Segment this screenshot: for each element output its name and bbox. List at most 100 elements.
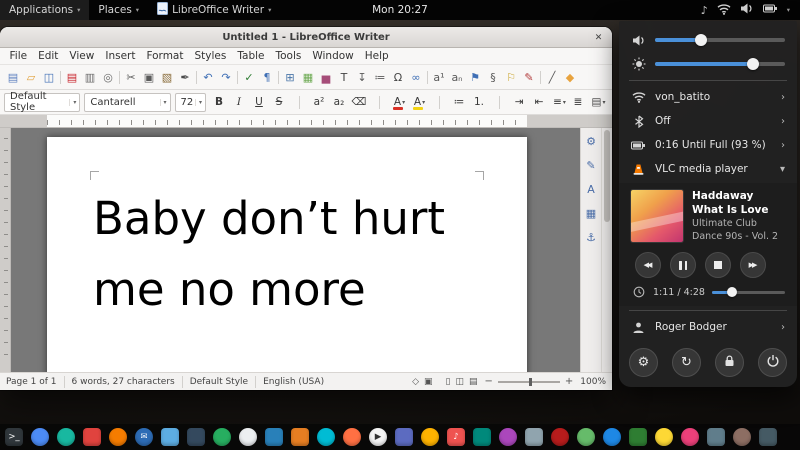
dock-app-icon[interactable] [57, 428, 75, 446]
dock-app-icon[interactable] [603, 428, 621, 446]
export-pdf-icon[interactable]: ▤ [63, 67, 81, 87]
dock-app-icon[interactable] [733, 428, 751, 446]
properties-icon[interactable]: ✎ [583, 157, 600, 173]
menu-item[interactable]: Styles [189, 50, 232, 62]
line-spacing-icon[interactable]: ≡ ▾ [550, 92, 569, 112]
insert-field-icon[interactable]: ≔ [371, 67, 389, 87]
menu-item[interactable]: Edit [33, 50, 64, 62]
document-text[interactable]: Baby don’t hurt me no more [93, 183, 527, 325]
font-size-select[interactable]: 72 ▾ [175, 93, 206, 112]
brightness-slider[interactable] [655, 62, 785, 66]
increase-indent-icon[interactable]: ⇥ [510, 92, 529, 112]
navigator-icon[interactable]: ⚓ [583, 229, 600, 245]
page-style-options-icon[interactable]: ▤ ▾ [589, 92, 608, 112]
page-break-icon[interactable]: ↧ [353, 67, 371, 87]
open-file-icon[interactable]: ▱ [22, 67, 40, 87]
multi-page-view-icon[interactable]: ◫ [455, 377, 464, 387]
dock-app-icon[interactable] [31, 428, 49, 446]
word-count[interactable]: 6 words, 27 characters [72, 377, 175, 387]
zoom-out-button[interactable]: − [484, 376, 492, 387]
bullet-list-icon[interactable]: ≔ [450, 92, 469, 112]
dock-app-icon[interactable] [525, 428, 543, 446]
menu-item[interactable]: Insert [100, 50, 141, 62]
dock-firefox-icon[interactable] [109, 428, 127, 446]
document-text-line[interactable]: me no more [93, 254, 527, 325]
insert-comment-icon[interactable]: ⚐ [502, 67, 520, 87]
numbered-list-icon[interactable]: 1. [470, 92, 489, 112]
insert-image-icon[interactable]: ▦ [299, 67, 317, 87]
wifi-menu-item[interactable]: von_batito › [619, 85, 797, 109]
underline-icon[interactable]: U [250, 92, 269, 112]
user-menu-item[interactable]: Roger Bodger › [619, 315, 797, 339]
vlc-menu-item[interactable]: VLC media player ▾ [619, 157, 797, 181]
bluetooth-menu-item[interactable]: Off › [619, 109, 797, 133]
horizontal-ruler[interactable] [0, 115, 612, 128]
superscript-icon[interactable]: a² [310, 92, 329, 112]
lock-button[interactable] [715, 348, 744, 377]
print-preview-icon[interactable]: ◎ [99, 67, 117, 87]
bold-icon[interactable]: B [210, 92, 229, 112]
settings-button[interactable]: ⚙ [629, 348, 658, 377]
selection-mode-icon[interactable]: ◇ [412, 377, 419, 387]
dock-media-player-icon[interactable]: ▶ [369, 428, 387, 446]
system-status-area[interactable]: ♪ ▾ [701, 0, 800, 20]
toolbar-separator[interactable] [430, 92, 449, 112]
document-canvas[interactable]: Baby don’t hurt me no more [11, 128, 580, 372]
menu-item[interactable]: Help [359, 50, 394, 62]
cross-reference-icon[interactable]: § [484, 67, 502, 87]
menu-item[interactable]: View [64, 50, 100, 62]
page-indicator[interactable]: Page 1 of 1 [6, 377, 57, 387]
zoom-level[interactable]: 100% [580, 377, 606, 387]
dock-app-icon[interactable] [499, 428, 517, 446]
seek-handle[interactable] [727, 287, 737, 297]
active-app-menu[interactable]: LibreOffice Writer ▾ [148, 0, 280, 20]
dock-app-icon[interactable] [707, 428, 725, 446]
dock-app-icon[interactable] [395, 428, 413, 446]
zoom-slider-handle[interactable] [529, 378, 532, 386]
cut-icon[interactable]: ✂ [122, 67, 140, 87]
track-changes-icon[interactable]: ✎ [520, 67, 538, 87]
highlight-color-icon[interactable]: A ▾ [410, 92, 429, 112]
align-options-icon[interactable]: ≣ [569, 92, 588, 112]
undo-icon[interactable]: ↶ [199, 67, 217, 87]
dock-app-icon[interactable] [265, 428, 283, 446]
font-color-icon[interactable]: A ▾ [390, 92, 409, 112]
dock-mail-icon[interactable]: ✉ [135, 428, 153, 446]
zoom-in-button[interactable]: + [565, 376, 573, 387]
document-page[interactable]: Baby don’t hurt me no more [47, 137, 527, 372]
dock-app-icon[interactable] [629, 428, 647, 446]
font-name-select[interactable]: Cantarell ▾ [84, 93, 170, 112]
dock-app-icon[interactable] [239, 428, 257, 446]
toolbar-separator[interactable] [370, 92, 389, 112]
brightness-slider-handle[interactable] [747, 58, 759, 70]
redo-icon[interactable]: ↷ [217, 67, 235, 87]
italic-icon[interactable]: I [230, 92, 249, 112]
save-icon[interactable]: ◫ [40, 67, 58, 87]
dock-app-icon[interactable] [213, 428, 231, 446]
gallery-icon[interactable]: ▦ [583, 205, 600, 221]
menu-item[interactable]: File [4, 50, 33, 62]
clone-formatting-icon[interactable]: ✒ [176, 67, 194, 87]
formatting-marks-icon[interactable]: ¶ [258, 67, 276, 87]
insert-footnote-icon[interactable]: a¹ [430, 67, 448, 87]
insert-textbox-icon[interactable]: T [335, 67, 353, 87]
menu-item[interactable]: Window [307, 50, 359, 62]
seek-slider[interactable] [712, 291, 785, 294]
dock-app-icon[interactable] [759, 428, 777, 446]
dock-app-icon[interactable] [343, 428, 361, 446]
paste-icon[interactable]: ▧ [158, 67, 176, 87]
bookmark-icon[interactable]: ⚑ [466, 67, 484, 87]
dock-app-icon[interactable] [681, 428, 699, 446]
insert-link-icon[interactable]: ∞ [407, 67, 425, 87]
vertical-scrollbar[interactable] [601, 128, 612, 372]
previous-track-button[interactable]: ◀◀ [635, 252, 661, 278]
dock-app-icon[interactable] [551, 428, 569, 446]
basic-shapes-icon[interactable]: ◆ [561, 67, 579, 87]
dock-app-icon[interactable] [291, 428, 309, 446]
close-button[interactable]: ✕ [591, 30, 606, 45]
insert-table-icon[interactable]: ⊞ [281, 67, 299, 87]
strikethrough-icon[interactable]: S [270, 92, 289, 112]
book-view-icon[interactable]: ▤ [469, 377, 478, 387]
dock-terminal-icon[interactable]: >_ [5, 428, 23, 446]
menu-item[interactable]: Format [141, 50, 189, 62]
